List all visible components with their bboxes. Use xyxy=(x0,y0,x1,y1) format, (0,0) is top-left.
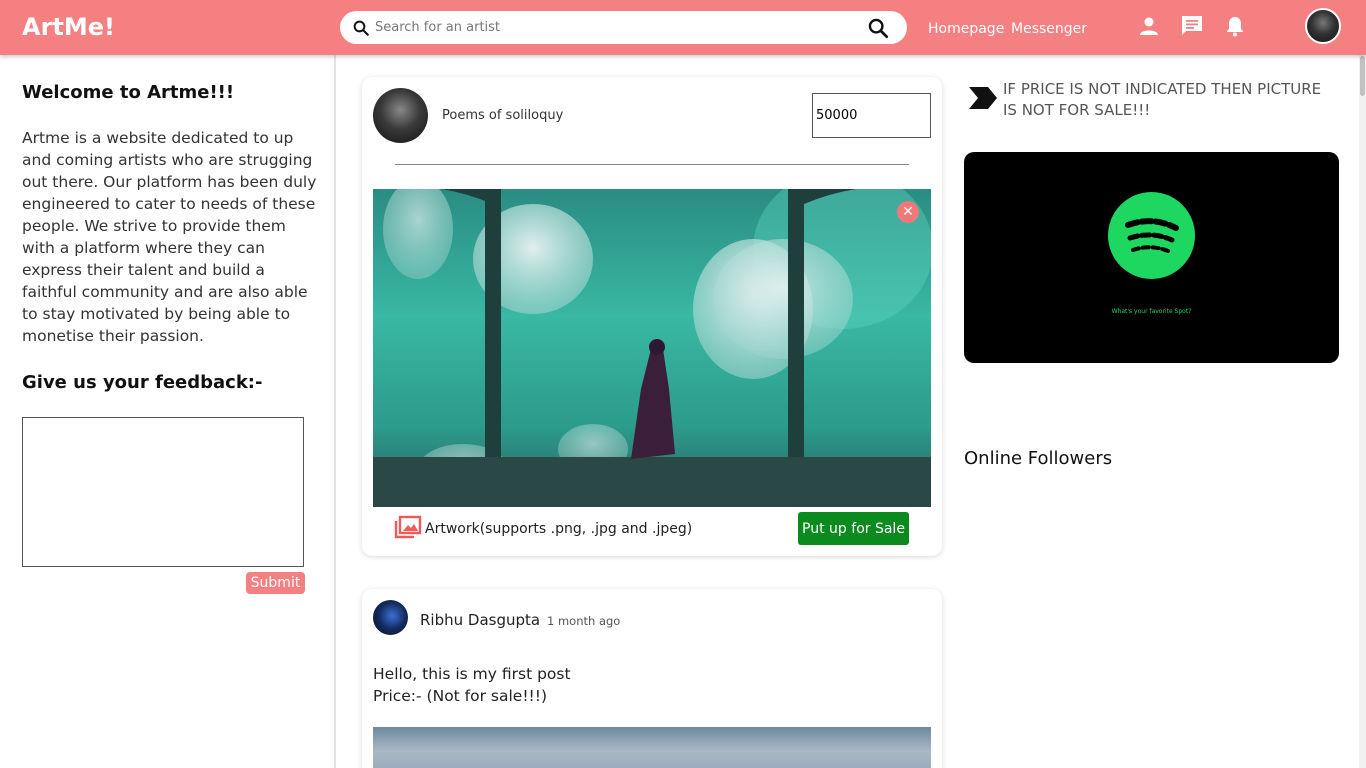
top-navbar: ArtMe! Homepage Messenger xyxy=(0,0,1366,55)
post-author-name[interactable]: Ribhu Dasgupta xyxy=(420,611,540,629)
composer-avatar xyxy=(373,88,428,143)
post-author-avatar[interactable] xyxy=(373,600,408,635)
person-icon[interactable] xyxy=(1137,14,1161,38)
feedback-textarea[interactable] xyxy=(22,417,304,567)
price-notice: IF PRICE IS NOT INDICATED THEN PICTURE I… xyxy=(1003,80,1322,119)
left-sidebar: Welcome to Artme!!! Artme is a website d… xyxy=(0,55,336,768)
post-artwork-image[interactable] xyxy=(373,727,931,768)
upload-artwork-label[interactable]: Artwork(supports .png, .jpg and .jpeg) xyxy=(425,521,692,537)
nav-messenger-link[interactable]: Messenger xyxy=(1011,21,1087,37)
feedback-title: Give us your feedback:- xyxy=(22,372,263,393)
new-post-card: Poems of soliloquy 50000 ✕ Artwork(suppo… xyxy=(362,77,942,556)
image-upload-icon[interactable] xyxy=(394,515,422,539)
online-followers-title: Online Followers xyxy=(964,448,1113,469)
spotify-ad-banner[interactable]: What's your favorite Spot? xyxy=(964,152,1339,363)
page-scrollbar[interactable] xyxy=(1359,0,1366,768)
search-submit-icon[interactable] xyxy=(867,17,889,39)
chat-icon[interactable] xyxy=(1180,14,1204,38)
spotify-logo-icon xyxy=(1108,192,1195,279)
page-scrollbar-thumb[interactable] xyxy=(1360,56,1365,96)
post-timestamp: 1 month ago xyxy=(547,614,621,628)
post-text-line1: Hello, this is my first post xyxy=(373,665,571,683)
post-text-line2: Price:- (Not for sale!!!) xyxy=(373,687,548,705)
post-card: Ribhu Dasgupta 1 month ago Hello, this i… xyxy=(362,589,942,768)
post-text: Hello, this is my first post Price:- (No… xyxy=(373,663,571,707)
nav-homepage-link[interactable]: Homepage xyxy=(928,21,1004,37)
app-logo[interactable]: ArtMe! xyxy=(22,13,115,41)
ad-caption: What's your favorite Spot? xyxy=(1111,308,1192,315)
composer-author-name: Poems of soliloquy xyxy=(442,108,564,123)
arrow-icon xyxy=(969,87,997,109)
search-icon xyxy=(353,20,369,36)
remove-image-button[interactable]: ✕ xyxy=(897,201,919,223)
put-up-for-sale-button[interactable]: Put up for Sale xyxy=(798,512,909,545)
submit-feedback-button[interactable]: Submit xyxy=(246,572,305,594)
welcome-title: Welcome to Artme!!! xyxy=(22,82,235,103)
composer-divider xyxy=(395,164,909,165)
bell-icon[interactable] xyxy=(1223,14,1247,38)
profile-avatar[interactable] xyxy=(1305,8,1341,44)
price-input[interactable] xyxy=(812,93,931,138)
welcome-text: Artme is a website dedicated to up and c… xyxy=(22,129,317,345)
search-input[interactable] xyxy=(375,16,855,39)
artwork-preview-image xyxy=(373,189,931,507)
search-bar[interactable] xyxy=(340,11,907,44)
